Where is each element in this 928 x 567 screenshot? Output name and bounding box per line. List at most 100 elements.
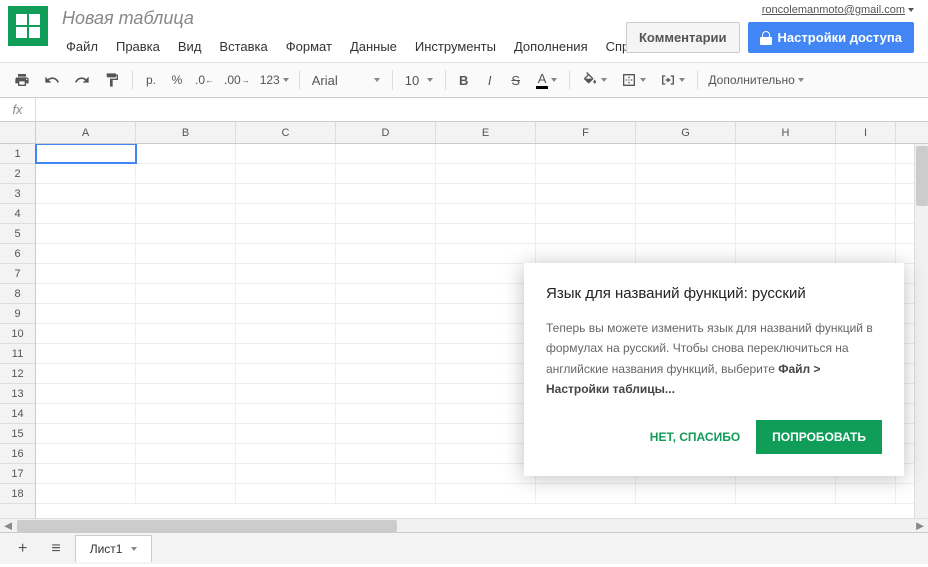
- cell[interactable]: [236, 344, 336, 363]
- cell[interactable]: [236, 264, 336, 283]
- cell[interactable]: [136, 184, 236, 203]
- cell[interactable]: [536, 244, 636, 263]
- bold-button[interactable]: B: [452, 67, 476, 93]
- row-header[interactable]: 5: [0, 224, 35, 244]
- cell[interactable]: [436, 344, 536, 363]
- cell[interactable]: [836, 164, 896, 183]
- cell[interactable]: [436, 384, 536, 403]
- cell[interactable]: [336, 444, 436, 463]
- cell[interactable]: [236, 304, 336, 323]
- cell[interactable]: [336, 144, 436, 163]
- cell[interactable]: [436, 484, 536, 503]
- merge-cells-button[interactable]: [654, 67, 691, 93]
- column-header[interactable]: E: [436, 122, 536, 143]
- column-header[interactable]: D: [336, 122, 436, 143]
- cell[interactable]: [136, 344, 236, 363]
- column-header[interactable]: G: [636, 122, 736, 143]
- row-header[interactable]: 7: [0, 264, 35, 284]
- cell[interactable]: [36, 404, 136, 423]
- cell[interactable]: [336, 364, 436, 383]
- cell[interactable]: [736, 164, 836, 183]
- increase-decimal-button[interactable]: .00→: [220, 67, 254, 93]
- comments-button[interactable]: Комментарии: [626, 22, 740, 53]
- cell[interactable]: [336, 404, 436, 423]
- cell[interactable]: [436, 464, 536, 483]
- row-header[interactable]: 13: [0, 384, 35, 404]
- cell[interactable]: [36, 144, 136, 163]
- cell[interactable]: [36, 284, 136, 303]
- cell[interactable]: [336, 304, 436, 323]
- cell[interactable]: [436, 324, 536, 343]
- add-sheet-button[interactable]: +: [8, 534, 37, 564]
- cell[interactable]: [236, 224, 336, 243]
- menu-file[interactable]: Файл: [58, 35, 106, 58]
- cell[interactable]: [236, 424, 336, 443]
- text-color-button[interactable]: A: [530, 67, 564, 93]
- font-family-dropdown[interactable]: Arial: [306, 67, 386, 93]
- cell[interactable]: [436, 164, 536, 183]
- menu-addons[interactable]: Дополнения: [506, 35, 596, 58]
- cell[interactable]: [636, 144, 736, 163]
- cell[interactable]: [336, 424, 436, 443]
- column-header[interactable]: H: [736, 122, 836, 143]
- cell[interactable]: [36, 264, 136, 283]
- cell[interactable]: [836, 184, 896, 203]
- row-header[interactable]: 18: [0, 484, 35, 504]
- row-header[interactable]: 12: [0, 364, 35, 384]
- row-header[interactable]: 16: [0, 444, 35, 464]
- undo-button[interactable]: [38, 67, 66, 93]
- cell[interactable]: [136, 384, 236, 403]
- cell[interactable]: [136, 144, 236, 163]
- cell[interactable]: [36, 424, 136, 443]
- share-button[interactable]: Настройки доступа: [748, 22, 914, 53]
- percent-format-button[interactable]: %: [165, 67, 189, 93]
- cell[interactable]: [636, 184, 736, 203]
- paint-format-button[interactable]: [98, 67, 126, 93]
- popup-try-button[interactable]: ПОПРОБОВАТЬ: [756, 420, 882, 454]
- cell[interactable]: [536, 484, 636, 503]
- cell[interactable]: [136, 264, 236, 283]
- cell[interactable]: [436, 224, 536, 243]
- cell[interactable]: [236, 324, 336, 343]
- cell[interactable]: [436, 404, 536, 423]
- cell[interactable]: [36, 164, 136, 183]
- cell[interactable]: [36, 344, 136, 363]
- strikethrough-button[interactable]: S: [504, 67, 528, 93]
- cell[interactable]: [336, 244, 436, 263]
- cell[interactable]: [736, 224, 836, 243]
- cell[interactable]: [336, 224, 436, 243]
- menu-format[interactable]: Формат: [278, 35, 340, 58]
- sheet-tab[interactable]: Лист1: [75, 535, 153, 562]
- cell[interactable]: [436, 444, 536, 463]
- cell[interactable]: [136, 424, 236, 443]
- row-header[interactable]: 8: [0, 284, 35, 304]
- cell[interactable]: [736, 484, 836, 503]
- cell[interactable]: [136, 284, 236, 303]
- cell[interactable]: [336, 264, 436, 283]
- cell[interactable]: [336, 284, 436, 303]
- cell[interactable]: [136, 244, 236, 263]
- fill-color-button[interactable]: [576, 67, 613, 93]
- row-header[interactable]: 9: [0, 304, 35, 324]
- cell[interactable]: [136, 164, 236, 183]
- cell[interactable]: [736, 184, 836, 203]
- cell[interactable]: [36, 444, 136, 463]
- cell[interactable]: [236, 144, 336, 163]
- menu-view[interactable]: Вид: [170, 35, 210, 58]
- cell[interactable]: [36, 184, 136, 203]
- more-tools-button[interactable]: Дополнительно: [704, 67, 807, 93]
- cell[interactable]: [536, 184, 636, 203]
- cell[interactable]: [236, 364, 336, 383]
- cell[interactable]: [436, 244, 536, 263]
- column-header[interactable]: I: [836, 122, 896, 143]
- menu-data[interactable]: Данные: [342, 35, 405, 58]
- cell[interactable]: [136, 444, 236, 463]
- horizontal-scrollbar[interactable]: ◄ ►: [0, 518, 928, 532]
- row-header[interactable]: 10: [0, 324, 35, 344]
- cell[interactable]: [136, 404, 236, 423]
- cell[interactable]: [436, 284, 536, 303]
- row-header[interactable]: 14: [0, 404, 35, 424]
- scroll-left-icon[interactable]: ◄: [0, 519, 16, 532]
- cell[interactable]: [336, 184, 436, 203]
- row-header[interactable]: 6: [0, 244, 35, 264]
